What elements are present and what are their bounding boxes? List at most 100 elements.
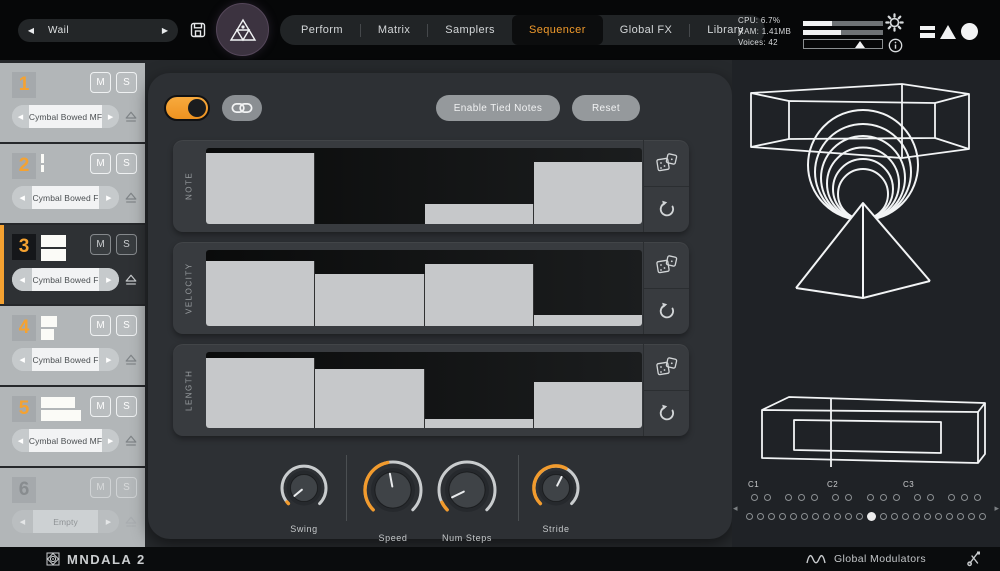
eject-sample-button[interactable] xyxy=(125,192,137,204)
save-preset-button[interactable] xyxy=(190,22,206,43)
randomize-button[interactable] xyxy=(644,140,689,187)
step-bar[interactable] xyxy=(206,261,315,326)
sample-dropdown[interactable]: ◀Cymbal Bowed F▶ xyxy=(12,348,119,371)
refresh-icon xyxy=(658,302,676,320)
eject-sample-button[interactable] xyxy=(125,435,137,447)
randomize-button[interactable] xyxy=(644,242,689,289)
sequencer-enable-toggle[interactable] xyxy=(164,95,210,121)
eject-sample-button[interactable] xyxy=(125,111,137,123)
tab-samplers[interactable]: Samplers xyxy=(428,15,512,45)
tab-global-fx[interactable]: Global FX xyxy=(603,15,690,45)
enable-tied-notes-button[interactable]: Enable Tied Notes xyxy=(436,95,560,121)
sample-prev-button[interactable]: ◀ xyxy=(12,105,29,128)
sampler-slot-2[interactable]: 2MS◀Cymbal Bowed F▶ xyxy=(0,144,145,223)
sampler-slot-5[interactable]: 5MS◀Cymbal Bowed MF▶ xyxy=(0,387,145,466)
step-bar[interactable] xyxy=(315,369,424,428)
mute-button[interactable]: M xyxy=(90,153,111,174)
mute-button[interactable]: M xyxy=(90,234,111,255)
eject-sample-button[interactable] xyxy=(125,354,137,366)
solo-button[interactable]: S xyxy=(116,477,137,498)
velocity-step-display[interactable] xyxy=(206,250,642,326)
solo-button[interactable]: S xyxy=(116,153,137,174)
sample-next-button[interactable]: ▶ xyxy=(99,268,119,291)
tab-perform[interactable]: Perform xyxy=(284,15,360,45)
sample-prev-button[interactable]: ◀ xyxy=(12,268,32,291)
sampler-slot-6[interactable]: 6MS◀Empty▶ xyxy=(0,468,145,547)
sample-next-button[interactable]: ▶ xyxy=(98,510,119,533)
sample-prev-button[interactable]: ◀ xyxy=(12,186,32,209)
solo-button[interactable]: S xyxy=(116,396,137,417)
sample-name[interactable]: Cymbal Bowed F xyxy=(32,186,98,209)
mntra-logo-button[interactable] xyxy=(216,3,269,56)
reset-button[interactable]: Reset xyxy=(572,95,640,121)
master-volume-slider[interactable] xyxy=(803,39,883,49)
solo-button[interactable]: S xyxy=(116,234,137,255)
sample-prev-button[interactable]: ◀ xyxy=(12,348,32,371)
sampler-slot-1[interactable]: 1MS◀Cymbal Bowed MF▶ xyxy=(0,63,145,142)
step-bar[interactable] xyxy=(534,382,642,428)
row-reset-button[interactable] xyxy=(644,391,689,437)
step-bar[interactable] xyxy=(315,274,424,326)
sample-dropdown[interactable]: ◀Empty▶ xyxy=(12,510,119,533)
sample-prev-button[interactable]: ◀ xyxy=(12,429,29,452)
eject-sample-button[interactable] xyxy=(125,516,137,528)
step-bar[interactable] xyxy=(534,315,642,326)
sample-name[interactable]: Empty xyxy=(33,510,98,533)
mute-button[interactable]: M xyxy=(90,315,111,336)
swing-knob[interactable]: Swing xyxy=(273,457,335,534)
sample-name[interactable]: Cymbal Bowed MF xyxy=(29,105,102,128)
sample-next-button[interactable]: ▶ xyxy=(102,105,119,128)
mute-button[interactable]: M xyxy=(90,477,111,498)
length-step-display[interactable] xyxy=(206,352,642,428)
knob-dial[interactable] xyxy=(525,457,587,524)
note-step-display[interactable] xyxy=(206,148,642,224)
knob-dial[interactable] xyxy=(429,452,505,533)
sample-dropdown[interactable]: ◀Cymbal Bowed MF▶ xyxy=(12,105,119,128)
step-bar[interactable] xyxy=(206,153,315,224)
sample-name[interactable]: Cymbal Bowed MF xyxy=(29,429,102,452)
row-reset-button[interactable] xyxy=(644,187,689,233)
sampler-slot-4[interactable]: 4MS◀Cymbal Bowed F▶ xyxy=(0,306,145,385)
sample-dropdown[interactable]: ◀Cymbal Bowed F▶ xyxy=(12,268,119,291)
knob-dial[interactable] xyxy=(273,457,335,524)
solo-button[interactable]: S xyxy=(116,315,137,336)
stride-knob[interactable]: Stride xyxy=(525,457,587,534)
randomize-button[interactable] xyxy=(644,344,689,391)
sample-next-button[interactable]: ▶ xyxy=(99,348,119,371)
sample-next-button[interactable]: ▶ xyxy=(99,186,119,209)
sample-name[interactable]: Cymbal Bowed F xyxy=(32,268,98,291)
speed-knob[interactable]: Speed xyxy=(355,452,431,543)
step-bar[interactable] xyxy=(206,358,315,428)
step-bar[interactable] xyxy=(425,204,534,224)
step-bar[interactable] xyxy=(425,264,534,326)
preset-next-button[interactable]: ▶ xyxy=(152,26,178,35)
num-steps-knob[interactable]: Num Steps xyxy=(429,452,505,543)
step-bar[interactable] xyxy=(425,419,534,428)
settings-button[interactable] xyxy=(885,13,904,37)
snip-tool-button[interactable] xyxy=(966,550,982,571)
sample-dropdown[interactable]: ◀Cymbal Bowed MF▶ xyxy=(12,429,119,452)
keyboard-scroll-left[interactable]: ◂ xyxy=(733,503,738,514)
sample-next-button[interactable]: ▶ xyxy=(102,429,119,452)
solo-button[interactable]: S xyxy=(116,72,137,93)
preset-prev-button[interactable]: ◀ xyxy=(18,26,44,35)
row-reset-button[interactable] xyxy=(644,289,689,335)
volume-slider-handle[interactable] xyxy=(855,41,865,48)
preset-selector[interactable]: ◀ Wail ▶ xyxy=(18,19,178,42)
eject-sample-button[interactable] xyxy=(125,274,137,286)
mute-button[interactable]: M xyxy=(90,72,111,93)
info-button[interactable] xyxy=(888,38,903,58)
step-bar[interactable] xyxy=(534,162,642,224)
tab-sequencer[interactable]: Sequencer xyxy=(512,15,603,45)
tab-matrix[interactable]: Matrix xyxy=(361,15,427,45)
keyboard-scroll-right[interactable]: ▸ xyxy=(994,503,999,514)
sample-prev-button[interactable]: ◀ xyxy=(12,510,33,533)
link-rows-button[interactable] xyxy=(222,95,262,121)
global-modulators-button[interactable]: Global Modulators xyxy=(732,553,1000,565)
mute-button[interactable]: M xyxy=(90,396,111,417)
sample-dropdown[interactable]: ◀Cymbal Bowed F▶ xyxy=(12,186,119,209)
sampler-slot-3[interactable]: 3MS◀Cymbal Bowed F▶ xyxy=(0,225,145,304)
sample-name[interactable]: Cymbal Bowed F xyxy=(32,348,98,371)
knob-dial[interactable] xyxy=(355,452,431,533)
preset-name[interactable]: Wail xyxy=(44,25,152,36)
